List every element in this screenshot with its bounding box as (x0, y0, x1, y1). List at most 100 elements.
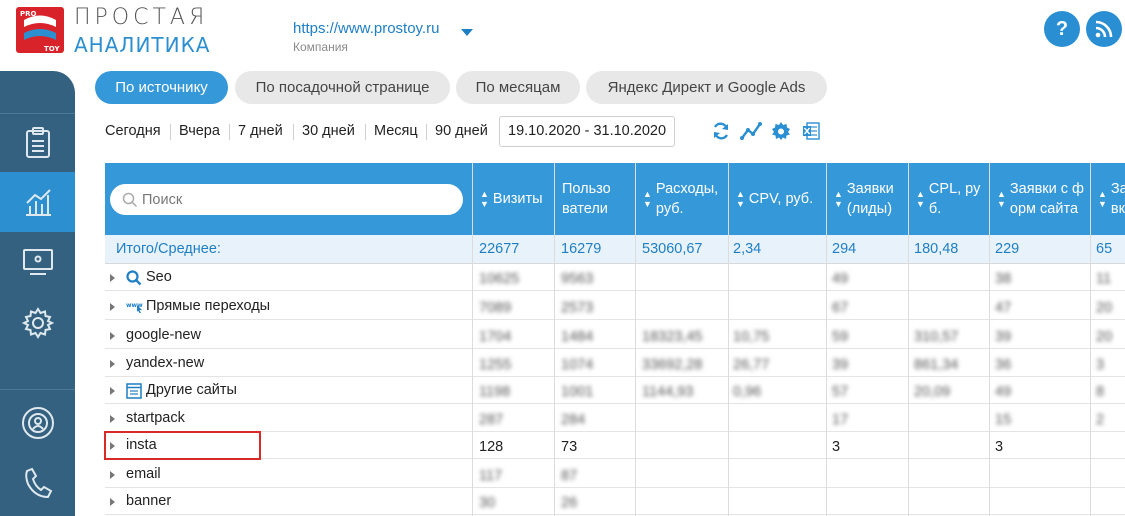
excel-export-button[interactable] (800, 120, 822, 142)
expand-caret-icon[interactable] (110, 415, 115, 423)
table-row[interactable] (105, 405, 1125, 432)
column-header-extra[interactable]: ▲▼ Завка (1090, 163, 1125, 235)
period-7-days[interactable]: 7 дней (238, 123, 283, 139)
period-30-days[interactable]: 30 дней (302, 123, 355, 139)
sidebar (0, 71, 75, 516)
expand-caret-icon[interactable] (110, 471, 115, 479)
column-header-cpv[interactable]: ▲ ▼ CPV, руб. (728, 163, 826, 235)
sidebar-item-reports[interactable] (0, 114, 75, 172)
row-cell: 3 (832, 439, 841, 455)
column-divider (908, 163, 909, 516)
row-source-name[interactable]: email (126, 466, 161, 482)
period-divider (426, 124, 427, 140)
row-cell: 26 (561, 495, 578, 511)
expand-caret-icon[interactable] (110, 274, 115, 282)
row-cell: 39 (995, 329, 1012, 345)
tab-direct-ads[interactable]: Яндекс Директ и Google Ads (586, 71, 827, 104)
sidebar-item-calls[interactable] (0, 453, 75, 513)
period-month[interactable]: Месяц (374, 123, 418, 139)
row-cell: 11 (1096, 271, 1112, 287)
sidebar-item-profile[interactable] (0, 393, 75, 453)
chevron-down-icon[interactable] (461, 29, 473, 36)
trend-button[interactable] (740, 120, 762, 142)
refresh-button[interactable] (710, 120, 732, 142)
row-cell: 49 (995, 384, 1012, 400)
sidebar-item-sites[interactable] (0, 232, 75, 292)
table-row[interactable] (105, 322, 1125, 349)
row-cell: 38 (995, 271, 1012, 287)
column-header-visits[interactable]: ▲ ▼ Визиты (472, 163, 554, 235)
column-header-cpl[interactable]: ▲ ▼ CPL, ру б. (908, 163, 989, 235)
period-yesterday[interactable]: Вчера (179, 123, 220, 139)
settings-button[interactable] (770, 120, 792, 142)
sidebar-item-settings[interactable] (0, 292, 75, 354)
row-cell: 9563 (561, 271, 594, 287)
sort-icon: ▲ ▼ (834, 189, 843, 209)
row-source-name[interactable]: Другие сайты (146, 382, 237, 398)
site-selector[interactable]: https://www.prostoy.ru (293, 20, 439, 37)
sort-icon: ▲ ▼ (1098, 189, 1107, 209)
rss-icon (1095, 20, 1113, 38)
row-source-name[interactable]: yandex-new (126, 355, 204, 371)
column-header-costs[interactable]: ▲ ▼ Расходы, руб. (635, 163, 728, 235)
help-button[interactable]: ? (1044, 11, 1080, 47)
svg-text:TOY: TOY (44, 45, 60, 53)
tab-by-months[interactable]: По месяцам (456, 71, 580, 104)
row-cell: 10,75 (733, 329, 770, 345)
sidebar-divider (0, 389, 75, 390)
column-header-users[interactable]: Пользо ватели (554, 163, 635, 235)
site-icon (126, 383, 142, 403)
trend-icon (740, 122, 762, 140)
brand-line-1: ПРОСТАЯ (74, 5, 209, 30)
column-divider (554, 163, 555, 516)
row-cell: 36 (995, 357, 1012, 373)
expand-caret-icon[interactable] (110, 498, 115, 506)
row-source-name[interactable]: Прямые переходы (146, 298, 270, 314)
expand-caret-icon[interactable] (110, 303, 115, 311)
row-cell: 1074 (561, 357, 594, 373)
table-row[interactable] (105, 488, 1125, 515)
date-range-input[interactable]: 19.10.2020 - 31.10.2020 (499, 116, 675, 147)
period-today[interactable]: Сегодня (105, 123, 161, 139)
column-header-label: Заявки (лиды) (846, 181, 894, 217)
excel-icon (803, 122, 820, 140)
table-row[interactable] (105, 264, 1125, 291)
column-header-leads[interactable]: ▲ ▼ Заявки (лиды) (826, 163, 908, 235)
row-cell: 20 (1096, 300, 1113, 316)
row-cell: 310,57 (914, 329, 959, 345)
row-source-name[interactable]: google-new (126, 327, 201, 343)
row-cell: 1255 (479, 357, 512, 373)
total-form-leads: 229 (995, 241, 1020, 257)
period-90-days[interactable]: 90 дней (435, 123, 488, 139)
site-subtitle: Компания (293, 40, 348, 54)
tab-by-landing-page[interactable]: По посадочной странице (235, 71, 450, 104)
period-divider (170, 124, 171, 140)
column-header-form-leads[interactable]: ▲ ▼ Заявки с ф орм сайта (989, 163, 1090, 235)
total-visits: 22677 (479, 241, 520, 257)
expand-caret-icon[interactable] (110, 360, 115, 368)
table-row[interactable] (105, 461, 1125, 488)
table-row[interactable] (105, 350, 1125, 377)
table-row[interactable] (105, 377, 1125, 404)
row-source-name[interactable]: startpack (126, 410, 185, 426)
target-user-icon (21, 407, 54, 439)
phone-icon (24, 467, 52, 499)
row-source-name[interactable]: banner (126, 493, 171, 509)
column-header-label: CPL, ру б. (928, 181, 981, 217)
sort-icon: ▲ ▼ (736, 189, 745, 209)
row-source-name[interactable]: Seo (146, 269, 172, 285)
row-cell: 287 (479, 412, 504, 428)
tab-by-source[interactable]: По источнику (95, 71, 228, 104)
search-input[interactable]: Поиск (110, 184, 463, 215)
svg-text:PRO: PRO (20, 10, 37, 18)
sidebar-item-analytics[interactable] (0, 172, 75, 232)
expand-caret-icon[interactable] (110, 387, 115, 395)
expand-caret-icon[interactable] (110, 332, 115, 340)
row-cell: 7089 (479, 300, 512, 316)
period-divider (293, 124, 294, 140)
rss-button[interactable] (1086, 11, 1122, 47)
total-users: 16279 (561, 241, 602, 257)
total-cpv: 2,34 (733, 241, 762, 257)
total-row (105, 235, 1125, 264)
www-icon: www (126, 299, 144, 317)
